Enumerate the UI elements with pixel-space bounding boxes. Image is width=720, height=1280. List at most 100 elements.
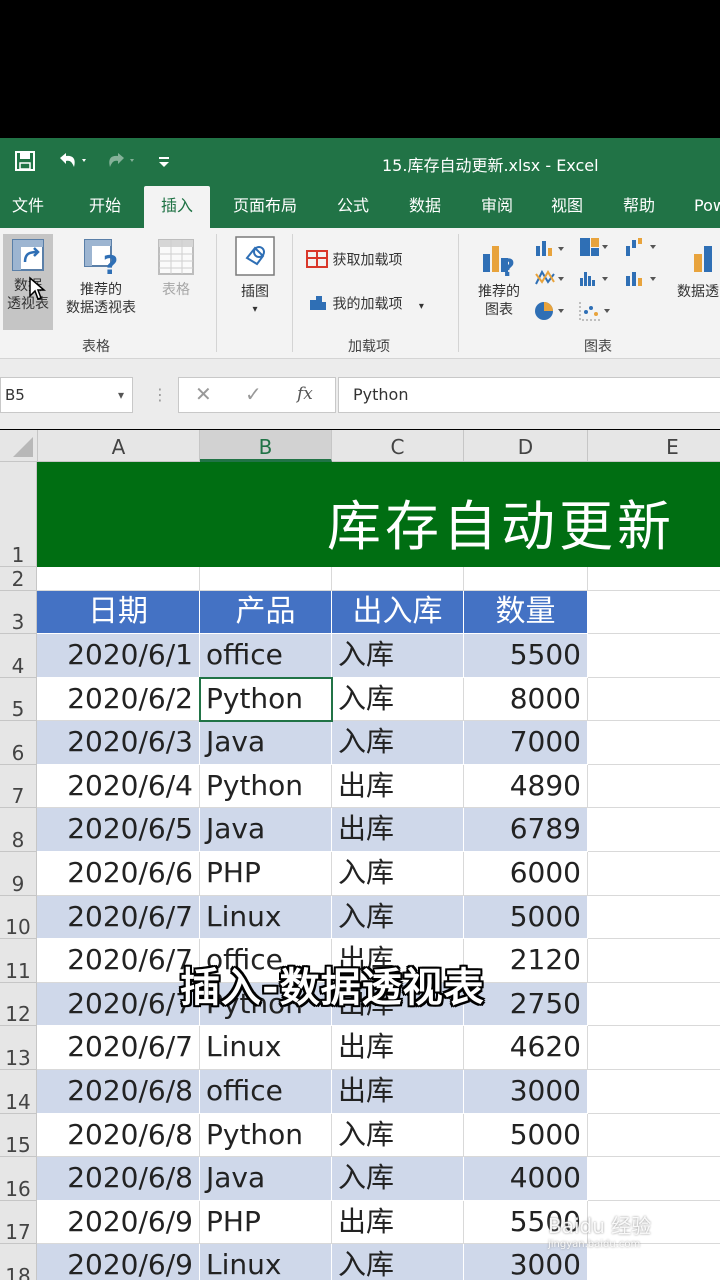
cell-io[interactable]: 入库: [332, 634, 464, 678]
waterfall-chart-icon[interactable]: [624, 236, 658, 262]
cell-date[interactable]: 2020/6/7: [37, 896, 200, 939]
row-header[interactable]: 17: [0, 1201, 37, 1244]
cell-quantity[interactable]: 4000: [464, 1157, 588, 1201]
redo-icon[interactable]: [104, 150, 138, 177]
row-header[interactable]: 11: [0, 939, 37, 983]
cell-product[interactable]: Linux: [200, 1026, 332, 1070]
cell-quantity[interactable]: 5000: [464, 896, 588, 939]
cell-io[interactable]: 出库: [332, 1070, 464, 1114]
cell-product[interactable]: Java: [200, 721, 332, 765]
header-quantity[interactable]: 数量: [464, 591, 588, 634]
get-addins-button[interactable]: 获取加载项: [306, 248, 402, 273]
cell-io[interactable]: 入库: [332, 1114, 464, 1157]
cell-io[interactable]: 出库: [332, 1201, 464, 1244]
formula-input[interactable]: Python: [338, 377, 720, 413]
cell-date[interactable]: 2020/6/8: [37, 1114, 200, 1157]
cell-io[interactable]: 入库: [332, 896, 464, 939]
combo-chart-icon[interactable]: [624, 268, 658, 292]
cell-quantity[interactable]: 5000: [464, 1114, 588, 1157]
pivot-chart-button[interactable]: 数据透: [668, 238, 720, 301]
banner-cell[interactable]: 库存自动更新: [37, 462, 720, 567]
tab-page-layout[interactable]: 页面布局: [228, 186, 302, 228]
recommended-charts-button[interactable]: ? 推荐的 图表: [470, 238, 528, 319]
row-header[interactable]: 8: [0, 808, 37, 852]
tab-file[interactable]: 文件: [6, 186, 50, 228]
row-header[interactable]: 7: [0, 765, 37, 808]
column-header-c[interactable]: C: [332, 430, 464, 462]
row-header[interactable]: 14: [0, 1070, 37, 1114]
cell-io[interactable]: 入库: [332, 852, 464, 896]
tab-view[interactable]: 视图: [546, 186, 588, 228]
header-product[interactable]: 产品: [200, 591, 332, 634]
cell-product[interactable]: PHP: [200, 1201, 332, 1244]
cell-product[interactable]: Linux: [200, 896, 332, 939]
illustrations-button[interactable]: 插图 ▾: [230, 234, 280, 319]
tab-help[interactable]: 帮助: [618, 186, 660, 228]
table-button[interactable]: 表格: [152, 238, 200, 299]
cell-product[interactable]: office: [200, 1070, 332, 1114]
cell-date[interactable]: 2020/6/5: [37, 808, 200, 852]
save-icon[interactable]: [14, 150, 36, 177]
tab-power[interactable]: Pow: [690, 186, 720, 228]
header-date[interactable]: 日期: [37, 591, 200, 634]
cell-quantity[interactable]: 5500: [464, 634, 588, 678]
cell-product[interactable]: office: [200, 634, 332, 678]
cell-date[interactable]: 2020/6/7: [37, 1026, 200, 1070]
enter-icon[interactable]: ✓: [245, 382, 262, 406]
cell-quantity[interactable]: 8000: [464, 678, 588, 721]
row-header[interactable]: 5: [0, 678, 37, 721]
cell-product[interactable]: Python: [200, 765, 332, 808]
row-header-1[interactable]: 1: [0, 462, 37, 567]
cell-io[interactable]: 入库: [332, 678, 464, 721]
cell-date[interactable]: 2020/6/1: [37, 634, 200, 678]
select-all-corner[interactable]: [0, 430, 38, 462]
cell-product[interactable]: Python: [200, 1114, 332, 1157]
cell-product[interactable]: Python: [200, 678, 332, 721]
cell-date[interactable]: 2020/6/9: [37, 1201, 200, 1244]
tab-insert[interactable]: 插入: [144, 186, 210, 228]
column-header-b[interactable]: B: [200, 430, 332, 462]
insert-function-icon[interactable]: fx: [297, 384, 313, 404]
undo-icon[interactable]: [56, 150, 90, 177]
row-header[interactable]: 4: [0, 634, 37, 678]
cell-date[interactable]: 2020/6/2: [37, 678, 200, 721]
cell-product[interactable]: PHP: [200, 852, 332, 896]
pie-chart-icon[interactable]: [534, 300, 566, 326]
name-box[interactable]: B5 ▾: [0, 377, 133, 413]
cell-date[interactable]: 2020/6/4: [37, 765, 200, 808]
row-header[interactable]: 6: [0, 721, 37, 765]
tab-data[interactable]: 数据: [404, 186, 446, 228]
tab-formulas[interactable]: 公式: [332, 186, 374, 228]
cell-date[interactable]: 2020/6/9: [37, 1244, 200, 1280]
cell-quantity[interactable]: 6000: [464, 852, 588, 896]
cell-io[interactable]: 入库: [332, 1157, 464, 1201]
row-header[interactable]: 15: [0, 1114, 37, 1157]
cell-io[interactable]: 出库: [332, 808, 464, 852]
row-header[interactable]: 9: [0, 852, 37, 896]
cell-quantity[interactable]: 4890: [464, 765, 588, 808]
row-header[interactable]: 18: [0, 1244, 37, 1280]
cell-product[interactable]: Java: [200, 1157, 332, 1201]
column-header-d[interactable]: D: [464, 430, 588, 462]
column-header-a[interactable]: A: [38, 430, 200, 462]
cell-quantity[interactable]: 4620: [464, 1026, 588, 1070]
row-header-3[interactable]: 3: [0, 591, 37, 634]
cell-date[interactable]: 2020/6/8: [37, 1157, 200, 1201]
my-addins-button[interactable]: 我的加载项 ▾: [306, 292, 424, 317]
cell-date[interactable]: 2020/6/3: [37, 721, 200, 765]
customize-toolbar-icon[interactable]: [156, 150, 172, 177]
cell-quantity[interactable]: 3000: [464, 1070, 588, 1114]
cell-io[interactable]: 出库: [332, 1026, 464, 1070]
recommended-pivot-button[interactable]: ? 推荐的 数据透视表: [58, 238, 144, 317]
row-header[interactable]: 13: [0, 1026, 37, 1070]
column-chart-icon[interactable]: [534, 238, 566, 262]
scatter-chart-icon[interactable]: [578, 300, 614, 326]
statistic-chart-icon[interactable]: [578, 268, 610, 292]
row-header[interactable]: 12: [0, 983, 37, 1026]
cell-io[interactable]: 入库: [332, 1244, 464, 1280]
hierarchy-chart-icon[interactable]: [578, 236, 610, 262]
cell-io[interactable]: 入库: [332, 721, 464, 765]
row-header[interactable]: 16: [0, 1157, 37, 1201]
cell-date[interactable]: 2020/6/8: [37, 1070, 200, 1114]
row-header-2[interactable]: 2: [0, 567, 37, 591]
